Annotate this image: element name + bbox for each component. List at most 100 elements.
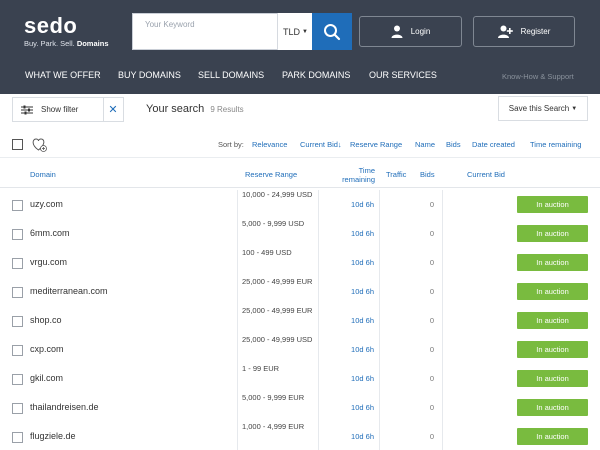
nav-park-domains[interactable]: PARK DOMAINS [282,70,350,80]
bid-count: 0 [429,316,434,325]
logo-wordmark: sedo [24,13,78,38]
reserve-range: 5,000 - 9,999 EUR [242,393,305,402]
table-row[interactable]: vrgu.com 100 - 499 USD 10d 6h 0 In aucti… [0,248,600,277]
save-search-label: Save this Search [508,104,570,113]
search-icon [324,23,341,40]
in-auction-button[interactable]: In auction [517,225,588,242]
search-button[interactable] [312,13,352,50]
table-row[interactable]: flugziele.de 1,000 - 4,999 EUR 10d 6h 0 … [0,422,600,450]
chevron-down-icon: ▼ [302,28,308,35]
nav-what-we-offer[interactable]: WHAT WE OFFER [25,70,101,80]
row-checkbox[interactable] [12,432,23,443]
col-bids[interactable]: Bids [420,170,435,179]
in-auction-button[interactable]: In auction [517,312,588,329]
reserve-range: 100 - 499 USD [242,248,292,257]
reserve-range: 25,000 - 49,999 USD [242,335,313,344]
domain-name[interactable]: 6mm.com [30,228,70,238]
table-row[interactable]: thailandreisen.de 5,000 - 9,999 EUR 10d … [0,393,600,422]
in-auction-button[interactable]: In auction [517,399,588,416]
in-auction-button[interactable]: In auction [517,370,588,387]
sort-time-remaining[interactable]: Time remaining [530,140,581,149]
sliders-icon [21,105,33,114]
table-row[interactable]: mediterranean.com 25,000 - 49,999 EUR 10… [0,277,600,306]
time-remaining: 10d 6h [351,403,374,412]
nav-sell-domains[interactable]: SELL DOMAINS [198,70,264,80]
time-remaining: 10d 6h [351,287,374,296]
select-all-checkbox[interactable] [12,139,23,150]
nav-buy-domains[interactable]: BUY DOMAINS [118,70,181,80]
col-current-bid[interactable]: Current Bid [467,170,505,179]
time-remaining: 10d 6h [351,200,374,209]
register-label: Register [520,27,551,36]
table-row[interactable]: gkil.com 1 - 99 EUR 10d 6h 0 In auction [0,364,600,393]
bid-count: 0 [429,200,434,209]
clear-filter-button[interactable]: ✕ [103,97,124,122]
time-remaining: 10d 6h [351,432,374,441]
domain-name[interactable]: thailandreisen.de [30,402,99,412]
in-auction-button[interactable]: In auction [517,341,588,358]
show-filter-button[interactable]: Show filter [12,97,104,122]
sedo-logo[interactable]: sedo Buy. Park. Sell. Domains [24,13,109,49]
nav-know-how-support[interactable]: Know-How & Support [502,72,574,81]
in-auction-button[interactable]: In auction [517,196,588,213]
tld-dropdown[interactable]: TLD ▼ [277,13,313,50]
result-count: 9 Results [210,105,244,114]
row-checkbox[interactable] [12,229,23,240]
row-checkbox[interactable] [12,287,23,298]
col-reserve-range[interactable]: Reserve Range [245,170,297,179]
reserve-range: 5,000 - 9,999 USD [242,219,305,228]
domain-name[interactable]: shop.co [30,315,62,325]
sort-date-created[interactable]: Date created [472,140,515,149]
col-traffic[interactable]: Traffic [386,170,406,179]
in-auction-button[interactable]: In auction [517,428,588,445]
domain-name[interactable]: flugziele.de [30,431,76,441]
in-auction-button[interactable]: In auction [517,254,588,271]
login-button[interactable]: Login [359,16,462,47]
time-remaining: 10d 6h [351,229,374,238]
sort-bids[interactable]: Bids [446,140,461,149]
domain-name[interactable]: gkil.com [30,373,63,383]
domain-name[interactable]: uzy.com [30,199,63,209]
row-checkbox[interactable] [12,345,23,356]
domain-name[interactable]: cxp.com [30,344,64,354]
add-user-icon [497,25,513,38]
table-row[interactable]: 6mm.com 5,000 - 9,999 USD 10d 6h 0 In au… [0,219,600,248]
row-checkbox[interactable] [12,374,23,385]
your-search-heading: Your search 9 Results [146,103,244,115]
your-search-label: Your search [146,103,205,115]
bid-count: 0 [429,229,434,238]
reserve-range: 1,000 - 4,999 EUR [242,422,305,431]
sort-name[interactable]: Name [415,140,435,149]
bid-count: 0 [429,374,434,383]
table-row[interactable]: uzy.com 10,000 - 24,999 USD 10d 6h 0 In … [0,190,600,219]
table-row[interactable]: cxp.com 25,000 - 49,999 USD 10d 6h 0 In … [0,335,600,364]
site-header: sedo Buy. Park. Sell. Domains TLD ▼ Logi… [0,0,600,94]
reserve-range: 10,000 - 24,999 USD [242,190,313,199]
table-row[interactable]: shop.co 25,000 - 49,999 EUR 10d 6h 0 In … [0,306,600,335]
domain-name[interactable]: mediterranean.com [30,286,108,296]
col-domain[interactable]: Domain [30,170,56,179]
reserve-range: 25,000 - 49,999 EUR [242,306,313,315]
row-checkbox[interactable] [12,200,23,211]
row-checkbox[interactable] [12,403,23,414]
col-time-remaining[interactable]: Time remaining [331,166,375,184]
time-remaining: 10d 6h [351,374,374,383]
main-nav: WHAT WE OFFER BUY DOMAINS SELL DOMAINS P… [0,66,600,86]
time-remaining: 10d 6h [351,316,374,325]
close-icon: ✕ [108,104,118,116]
show-filter-label: Show filter [41,105,79,114]
add-to-watchlist-icon[interactable] [32,138,47,152]
sort-by-label: Sort by: [218,140,244,149]
table-header: Domain Reserve Range Time remaining Traff… [0,160,600,188]
register-button[interactable]: Register [473,16,575,47]
domain-name[interactable]: vrgu.com [30,257,67,267]
sort-relevance[interactable]: Relevance [252,140,287,149]
row-checkbox[interactable] [12,316,23,327]
save-search-dropdown[interactable]: Save this Search ▼ [498,96,588,121]
nav-our-services[interactable]: OUR SERVICES [369,70,437,80]
in-auction-button[interactable]: In auction [517,283,588,300]
bid-count: 0 [429,287,434,296]
row-checkbox[interactable] [12,258,23,269]
sort-reserve-range[interactable]: Reserve Range [350,140,402,149]
sort-current-bid[interactable]: Current Bid↓ [300,140,342,149]
